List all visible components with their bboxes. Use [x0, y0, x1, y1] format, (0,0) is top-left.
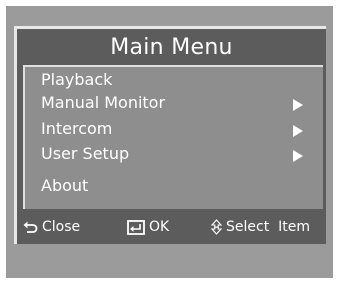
submenu-arrow-icon: [293, 150, 303, 162]
select-item-control[interactable]: Select Item: [211, 217, 310, 237]
up-down-arrows-icon: [211, 219, 222, 235]
close-label: Close: [42, 219, 81, 235]
submenu-arrow-icon: [293, 99, 303, 111]
menu-item-label: Manual Monitor: [41, 93, 166, 112]
footer-bar: Close OK Select Item: [17, 209, 326, 244]
main-menu-panel: Main Menu Playback Manual Monitor Interc…: [14, 26, 326, 244]
select-item-label: Select Item: [226, 219, 310, 235]
menu-item-label: User Setup: [41, 144, 130, 163]
menu-item-intercom[interactable]: Intercom: [41, 116, 311, 142]
ok-label: OK: [149, 219, 170, 235]
back-arrow-icon: [23, 221, 38, 233]
menu-item-user-setup[interactable]: User Setup: [41, 141, 311, 167]
menu-title: Main Menu: [110, 35, 233, 60]
ok-button[interactable]: OK: [127, 217, 169, 237]
menu-item-about[interactable]: About: [41, 173, 311, 199]
menu-list: Playback Manual Monitor Intercom User Se…: [23, 65, 323, 209]
submenu-arrow-icon: [293, 125, 303, 137]
menu-item-manual-monitor[interactable]: Manual Monitor: [41, 90, 311, 116]
close-button[interactable]: Close: [23, 217, 80, 237]
menu-item-label: Intercom: [41, 119, 113, 138]
enter-icon: [127, 219, 145, 235]
menu-item-label: About: [41, 176, 89, 195]
